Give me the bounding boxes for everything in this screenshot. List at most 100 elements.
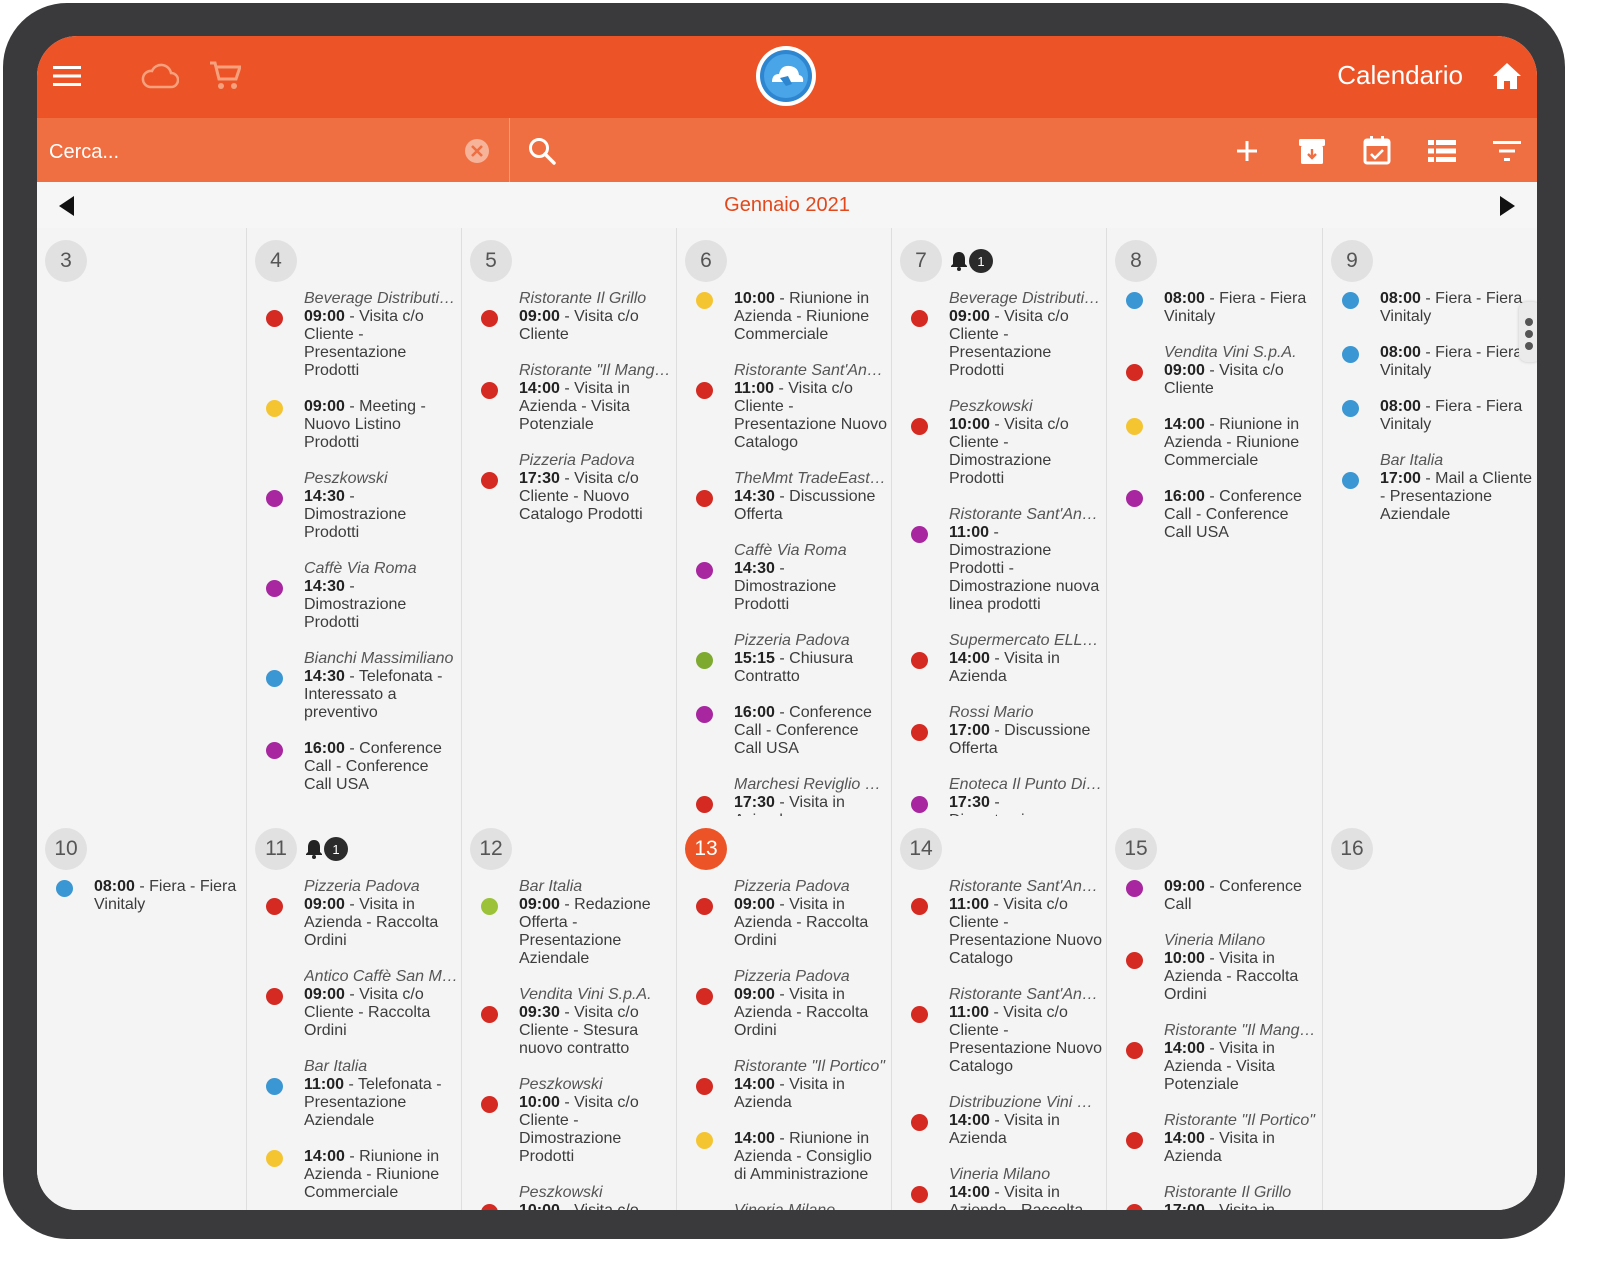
event-item[interactable]: Bar Italia 09:00 - Redazione Offerta - Pr… — [462, 878, 677, 968]
day-number[interactable]: 5 — [470, 240, 512, 282]
event-item[interactable]: Vineria Milano 10:00 - Visita in Azienda … — [1107, 932, 1323, 1004]
event-item[interactable]: Ristorante Sant'Andr... 11:00 - Dimostraz… — [892, 506, 1107, 614]
event-item[interactable]: Peszkowski10:00 - Visita c/o Cliente - — [462, 1184, 677, 1210]
event-item[interactable]: Bar Italia 11:00 - Telefonata - Presentaz… — [247, 1058, 462, 1130]
search-input[interactable] — [47, 136, 451, 168]
event-item[interactable]: Pizzeria Padova 09:00 - Visita in Azienda… — [677, 878, 892, 950]
event-item[interactable]: 16:00 - Conference Call - Conference Cal… — [247, 740, 462, 794]
event-item[interactable]: Caffè Via Roma 14:30 - Dimostrazione Prod… — [677, 542, 892, 614]
add-event-icon[interactable] — [1230, 134, 1264, 168]
event-item[interactable]: Distribuzione Vini S.p... 14:00 - Visita … — [892, 1094, 1107, 1148]
menu-icon[interactable] — [47, 56, 87, 96]
event-item[interactable]: Vendita Vini S.p.A. 09:00 - Visita c/o Cl… — [1107, 344, 1323, 398]
list-view-icon[interactable] — [1425, 134, 1459, 168]
day-cell[interactable]: 9 08:00 - Fiera - Fiera Vinitaly 08:00 - F… — [1323, 228, 1537, 816]
filter-icon[interactable] — [1490, 134, 1524, 168]
next-month-icon[interactable] — [1495, 194, 1519, 218]
calendar-check-icon[interactable] — [1360, 132, 1394, 168]
day-cell[interactable]: 15 09:00 - Conference Call Vineria Milano 1… — [1107, 816, 1323, 1210]
day-cell[interactable]: 8 08:00 - Fiera - Fiera Vinitaly Vendita V… — [1107, 228, 1323, 816]
day-cell[interactable]: 14 Ristorante Sant'Andr... 11:00 - Visita … — [892, 816, 1107, 1210]
cart-icon[interactable] — [205, 58, 245, 94]
archive-icon[interactable] — [1295, 134, 1329, 168]
day-cell[interactable]: 11 1 Pizzeria Padova 09:00 - Visita in Azie… — [247, 816, 462, 1210]
day-number[interactable]: 14 — [900, 828, 942, 870]
event-item[interactable]: Beverage Distributio... 09:00 - Visita c/… — [892, 290, 1107, 380]
event-item[interactable]: 08:00 - Fiera - Fiera Vinitaly — [1323, 344, 1537, 380]
day-number[interactable]: 7 — [900, 240, 942, 282]
event-item[interactable]: Antico Caffè San Mar... 09:00 - Visita c/… — [247, 968, 462, 1040]
event-item[interactable]: Vineria Milano14:00 - Visita in Azienda … — [892, 1166, 1107, 1210]
day-number[interactable]: 9 — [1331, 240, 1373, 282]
cloud-sync-icon[interactable] — [140, 58, 180, 94]
event-item[interactable]: Ristorante "Il Portico" 14:00 - Visita in… — [1107, 1112, 1323, 1166]
day-cell[interactable]: 13 Pizzeria Padova 09:00 - Visita in Azien… — [677, 816, 892, 1210]
bell-icon[interactable] — [950, 251, 968, 271]
day-cell[interactable]: 5 Ristorante Il Grillo 09:00 - Visita c/o … — [462, 228, 677, 816]
day-cell[interactable]: 12 Bar Italia 09:00 - Redazione Offerta - … — [462, 816, 677, 1210]
event-item[interactable]: Peszkowski 10:00 - Visita c/o Cliente - D… — [892, 398, 1107, 488]
event-item[interactable]: Ristorante Sant'Andr... 11:00 - Visita c/… — [677, 362, 892, 452]
day-cell[interactable]: 7 1 Beverage Distributio... 09:00 - Visita … — [892, 228, 1107, 816]
event-color-dot — [1126, 1132, 1143, 1149]
home-icon[interactable] — [1487, 58, 1527, 94]
event-item[interactable]: Pizzeria Padova 09:00 - Visita in Azienda… — [247, 878, 462, 950]
event-item[interactable]: 16:00 - Conference Call - Conference Cal… — [677, 704, 892, 758]
event-item[interactable]: Ristorante Sant'Andr... 11:00 - Visita c/… — [892, 878, 1107, 968]
event-item[interactable]: Supermercato ELLES... 14:00 - Visita in A… — [892, 632, 1107, 686]
event-item[interactable]: TheMmt TradeEast S... 14:30 - Discussione… — [677, 470, 892, 524]
clear-search-icon[interactable] — [463, 137, 491, 165]
event-item[interactable]: 08:00 - Fiera - Fiera Vinitaly — [1323, 290, 1537, 326]
event-item[interactable]: 09:00 - Meeting - Nuovo Listino Prodotti — [247, 398, 462, 452]
day-number[interactable]: 3 — [45, 240, 87, 282]
event-item[interactable]: Ristorante "Il Portico" 14:00 - Visita in… — [677, 1058, 892, 1112]
event-item[interactable]: Enoteca Il Punto Di V...17:30 - Dimostra… — [892, 776, 1107, 816]
day-number[interactable]: 6 — [685, 240, 727, 282]
event-item[interactable]: Vendita Vini S.p.A. 09:30 - Visita c/o Cl… — [462, 986, 677, 1058]
day-number[interactable]: 4 — [255, 240, 297, 282]
event-item[interactable]: Caffè Via Roma 14:30 - Dimostrazione Prod… — [247, 560, 462, 632]
search-icon[interactable] — [525, 134, 559, 168]
day-number[interactable]: 15 — [1115, 828, 1157, 870]
event-item[interactable]: 14:00 - Riunione in Azienda - Consiglio … — [677, 1130, 892, 1184]
event-item[interactable]: 08:00 - Fiera - Fiera Vinitaly — [1107, 290, 1323, 326]
event-item[interactable]: Marchesi Reviglio S.r.l. 17:30 - Visita i… — [677, 776, 892, 816]
event-time: 11:00 — [734, 380, 775, 397]
event-item[interactable]: Ristorante "Il Mangio... 14:00 - Visita i… — [1107, 1022, 1323, 1094]
event-item[interactable]: 08:00 - Fiera - Fiera Vinitaly — [1323, 398, 1537, 434]
side-handle[interactable] — [1519, 302, 1537, 362]
event-item[interactable]: Peszkowski 14:30 - Dimostrazione Prodotti — [247, 470, 462, 542]
event-item[interactable]: 10:00 - Riunione in Azienda - Riunione C… — [677, 290, 892, 344]
event-item[interactable]: Pizzeria Padova 09:00 - Visita in Azienda… — [677, 968, 892, 1040]
event-item[interactable]: Bar Italia 17:00 - Mail a Cliente - Prese… — [1323, 452, 1537, 524]
event-item[interactable]: Beverage Distributio... 09:00 - Visita c/… — [247, 290, 462, 380]
event-item[interactable]: Ristorante Il Grillo17:00 - Visita in — [1107, 1184, 1323, 1210]
event-color-dot — [56, 880, 73, 897]
event-item[interactable]: Pizzeria Padova 17:30 - Visita c/o Client… — [462, 452, 677, 524]
day-cell[interactable]: 6 10:00 - Riunione in Azienda - Riunione … — [677, 228, 892, 816]
day-cell[interactable]: 16 — [1323, 816, 1537, 1210]
event-item[interactable]: Bianchi Massimiliano 14:30 - Telefonata -… — [247, 650, 462, 722]
event-item[interactable]: 14:00 - Riunione in Azienda - Riunione C… — [1107, 416, 1323, 470]
day-cell[interactable]: 4 Beverage Distributio... 09:00 - Visita c… — [247, 228, 462, 816]
day-number[interactable]: 12 — [470, 828, 512, 870]
event-item[interactable]: Vineria Milano14:00 - Visita in — [677, 1202, 892, 1210]
event-item[interactable]: 09:00 - Conference Call — [1107, 878, 1323, 914]
day-number[interactable]: 16 — [1331, 828, 1373, 870]
bell-icon[interactable] — [305, 839, 323, 859]
event-item[interactable]: Rossi Mario 17:00 - Discussione Offerta — [892, 704, 1107, 758]
day-number[interactable]: 13 — [685, 828, 727, 870]
event-item[interactable]: Peszkowski 10:00 - Visita c/o Cliente - D… — [462, 1076, 677, 1166]
day-cell[interactable]: 10 08:00 - Fiera - Fiera Vinitaly — [37, 816, 246, 1210]
day-cell[interactable]: 3 — [37, 228, 246, 816]
event-item[interactable]: Ristorante Il Grillo 09:00 - Visita c/o C… — [462, 290, 677, 344]
event-item[interactable]: 16:00 - Conference Call - Conference Cal… — [1107, 488, 1323, 542]
day-number[interactable]: 8 — [1115, 240, 1157, 282]
event-item[interactable]: 14:00 - Riunione in Azienda - Riunione C… — [247, 1148, 462, 1202]
event-item[interactable]: Ristorante Sant'Andr... 11:00 - Visita c/… — [892, 986, 1107, 1076]
day-number[interactable]: 10 — [45, 828, 87, 870]
event-item[interactable]: Ristorante "Il Mangio... 14:00 - Visita i… — [462, 362, 677, 434]
event-item[interactable]: 08:00 - Fiera - Fiera Vinitaly — [37, 878, 246, 914]
event-item[interactable]: Pizzeria Padova 15:15 - Chiusura Contratt… — [677, 632, 892, 686]
day-number[interactable]: 11 — [255, 828, 297, 870]
